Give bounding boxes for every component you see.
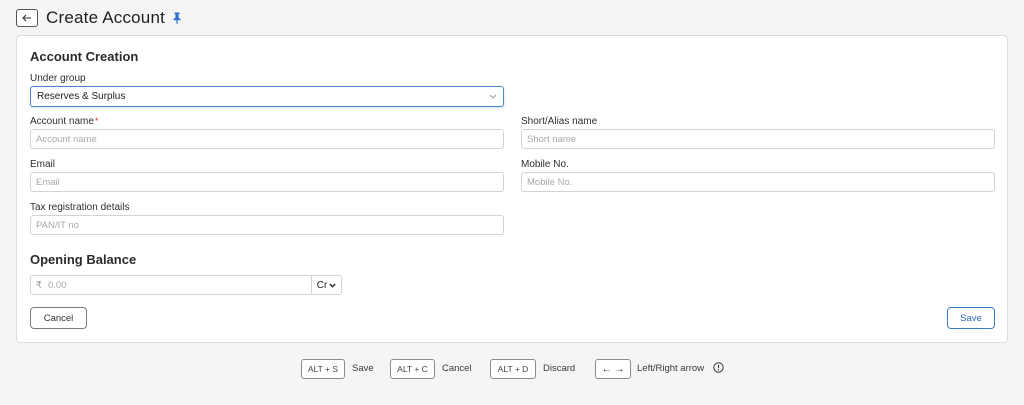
- arrow-left-icon: [22, 14, 31, 22]
- tax-registration-label: Tax registration details: [30, 202, 130, 213]
- page-title: Create Account: [46, 8, 166, 27]
- chevron-down-icon: [329, 283, 336, 288]
- email-label: Email: [30, 159, 56, 170]
- shortcut-label-save: Save: [352, 363, 374, 374]
- section-title-account-creation: Account Creation: [30, 49, 139, 64]
- email-field[interactable]: [30, 172, 504, 192]
- opening-balance-input[interactable]: [48, 276, 311, 294]
- account-name-label: Account name*: [30, 116, 98, 127]
- pan-input[interactable]: [30, 215, 504, 235]
- under-group-value: Reserves & Surplus: [37, 91, 126, 102]
- chevron-down-icon: [489, 94, 497, 99]
- shortcut-key-discard: ALT + D: [490, 359, 536, 379]
- under-group-label: Under group: [30, 73, 86, 84]
- rupee-icon: ₹: [36, 279, 43, 291]
- info-icon[interactable]: [713, 362, 724, 373]
- shortcut-key-arrows: ← →: [595, 359, 631, 379]
- shortcut-label-arrows: Left/Right arrow: [637, 363, 705, 374]
- under-group-select[interactable]: Reserves & Surplus: [30, 86, 504, 107]
- shortcut-key-cancel: ALT + C: [390, 359, 435, 379]
- short-name-label: Short/Alias name: [521, 116, 598, 127]
- opening-balance-field: ₹ Cr: [30, 275, 342, 295]
- keyboard-shortcuts: ALT + S Save ALT + C Cancel ALT + D Disc…: [0, 359, 1024, 379]
- mobile-field[interactable]: [521, 172, 995, 192]
- cancel-button[interactable]: Cancel: [30, 307, 87, 329]
- account-form-card: Account Creation Under group Reserves & …: [16, 35, 1008, 343]
- page-header: Create Account: [16, 6, 182, 30]
- shortcut-key-save: ALT + S: [301, 359, 345, 379]
- required-mark: *: [94, 116, 99, 126]
- account-name-input[interactable]: [30, 129, 504, 149]
- back-button[interactable]: [16, 9, 38, 27]
- section-title-opening-balance: Opening Balance: [30, 252, 137, 267]
- shortcut-label-discard: Discard: [543, 363, 576, 374]
- mobile-label: Mobile No.: [521, 159, 569, 170]
- cr-dr-select[interactable]: Cr: [311, 276, 341, 294]
- pin-icon[interactable]: [172, 12, 182, 24]
- cr-dr-value: Cr: [316, 279, 328, 291]
- shortcut-label-cancel: Cancel: [442, 363, 472, 374]
- save-button[interactable]: Save: [947, 307, 995, 329]
- account-name-label-text: Account name: [30, 116, 94, 127]
- short-name-input[interactable]: [521, 129, 995, 149]
